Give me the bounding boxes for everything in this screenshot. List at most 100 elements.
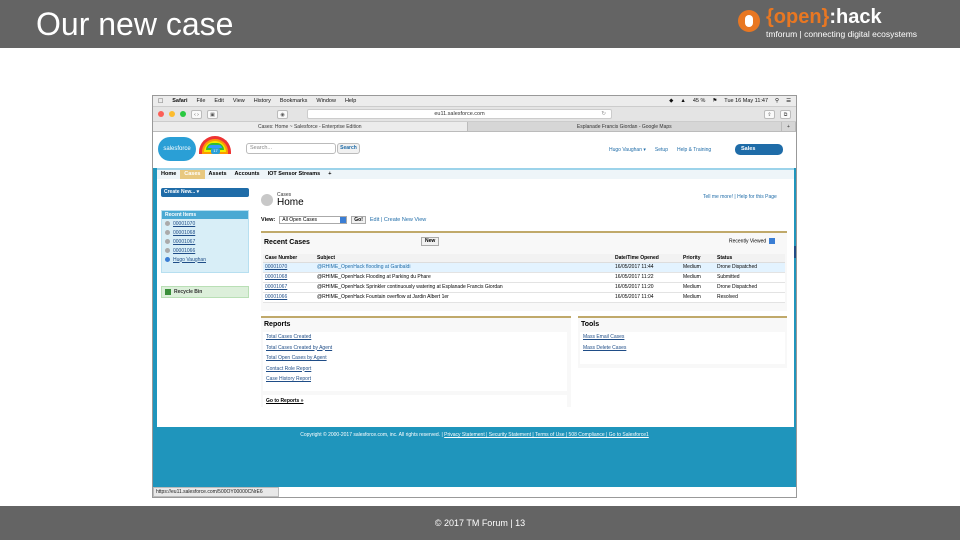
tab-cases-home[interactable]: Cases: Home ~ Salesforce - Enterprise Ed… xyxy=(153,122,468,131)
report-link[interactable]: Total Open Cases by Agent xyxy=(263,353,567,364)
page-title: Home xyxy=(277,197,304,208)
help-training-link[interactable]: Help & Training xyxy=(677,147,711,153)
setup-link[interactable]: Setup xyxy=(655,147,668,153)
table-row: 00001067 @RHIME_OpenHack Sprinkler conti… xyxy=(263,282,785,293)
case-number-link[interactable]: 00001066 xyxy=(263,292,315,303)
recent-items-title: Recent Items xyxy=(162,211,248,219)
slide-title: Our new case xyxy=(36,6,234,42)
tab-google-maps[interactable]: Esplanade Francis Giordan - Google Maps xyxy=(468,122,782,131)
apple-icon[interactable]:  xyxy=(158,98,163,105)
recently-viewed-select[interactable]: Recently Viewed xyxy=(729,238,775,244)
report-link[interactable]: Case History Report xyxy=(263,374,567,385)
copyright-text: Copyright © 2000-2017 salesforce.com, in… xyxy=(300,432,445,438)
tab-home[interactable]: Home xyxy=(157,170,180,179)
menu-window[interactable]: Window xyxy=(316,98,336,104)
create-new-button[interactable]: Create New... ▾ xyxy=(161,188,249,197)
recent-item[interactable]: Hugo Vaughan xyxy=(162,255,248,264)
share-icon[interactable]: ⇧ xyxy=(764,109,775,119)
help-links[interactable]: Tell me more! | Help for this Page xyxy=(703,194,777,200)
minimize-icon[interactable] xyxy=(169,111,175,117)
go-button[interactable]: Go! xyxy=(351,216,366,224)
battery-text[interactable]: 45 % xyxy=(693,98,706,104)
tab-accounts[interactable]: Accounts xyxy=(231,170,264,179)
hand-icon xyxy=(738,10,760,32)
flag-icon[interactable]: ⚑ xyxy=(712,98,717,104)
col-case-number[interactable]: Case Number xyxy=(263,254,315,263)
recent-item[interactable]: 00001068 xyxy=(162,228,248,237)
logo-tagline: tmforum | connecting digital ecosystems xyxy=(766,29,918,39)
mass-email-link[interactable]: Mass Email Cases xyxy=(580,332,785,343)
zoom-icon[interactable] xyxy=(180,111,186,117)
spotlight-icon[interactable]: ⚲ xyxy=(775,98,779,104)
user-menu[interactable]: Hugo Vaughan ▾ xyxy=(609,147,646,153)
logo-open: {open} xyxy=(766,6,830,28)
sidebar-icon[interactable]: ▣ xyxy=(207,109,218,119)
new-case-button[interactable]: New xyxy=(421,237,440,246)
recent-item[interactable]: 00001070 xyxy=(162,219,248,228)
list-icon[interactable]: ☰ xyxy=(786,98,791,104)
recycle-bin-link[interactable]: Recycle Bin xyxy=(161,286,249,298)
menu-help[interactable]: Help xyxy=(345,98,356,104)
app-menu-button[interactable]: Sales xyxy=(735,144,783,155)
new-tab-icon[interactable]: + xyxy=(782,122,796,131)
col-priority[interactable]: Priority xyxy=(681,254,715,263)
case-number-link[interactable]: 00001070 xyxy=(263,262,315,273)
browser-screenshot:  Safari File Edit View History Bookmark… xyxy=(152,95,797,498)
tab-cases[interactable]: Cases xyxy=(180,170,205,179)
release-badge: 17 xyxy=(211,148,220,154)
case-subject: @RHIME_OpenHack Fountain overflow at Jar… xyxy=(315,292,613,303)
reports-title: Reports xyxy=(264,321,291,328)
col-subject[interactable]: Subject xyxy=(315,254,613,263)
search-input[interactable]: Search... xyxy=(246,143,336,154)
back-icon[interactable]: ‹ › xyxy=(191,109,202,119)
url-text: eu11.salesforce.com xyxy=(434,111,485,117)
tools-panel: Tools Mass Email Cases Mass Delete Cases xyxy=(578,316,787,368)
case-priority: Medium xyxy=(681,282,715,293)
logo-hack: :hack xyxy=(829,6,882,28)
dropbox-icon[interactable]: ◆ xyxy=(669,98,673,104)
tools-title: Tools xyxy=(581,321,600,328)
menu-safari[interactable]: Safari xyxy=(172,98,187,104)
report-link[interactable]: Total Cases Created xyxy=(263,332,567,343)
report-link[interactable]: Contact Role Report xyxy=(263,364,567,375)
col-status[interactable]: Status xyxy=(715,254,785,263)
salesforce-logo[interactable]: salesforce xyxy=(158,137,196,161)
report-link[interactable]: Total Cases Created by Agent xyxy=(263,343,567,354)
salesforce-page: salesforce 17 Search... Search Hugo Vaug… xyxy=(153,134,796,487)
menu-file[interactable]: File xyxy=(197,98,206,104)
tab-iot-sensor-streams[interactable]: IOT Sensor Streams xyxy=(264,170,325,179)
address-bar[interactable]: eu11.salesforce.com ↻ xyxy=(307,109,612,119)
menu-bookmarks[interactable]: Bookmarks xyxy=(280,98,308,104)
clock[interactable]: Tue 16 May 11:47 xyxy=(724,98,768,104)
shield-icon[interactable]: ◉ xyxy=(277,109,288,119)
reload-icon[interactable]: ↻ xyxy=(601,110,606,119)
reports-panel: Reports Total Cases Created Total Cases … xyxy=(261,316,571,407)
case-number-link[interactable]: 00001067 xyxy=(263,282,315,293)
status-bar-url: https://eu11.salesforce.com/500OY00000CN… xyxy=(153,487,279,497)
mass-delete-link[interactable]: Mass Delete Cases xyxy=(580,343,785,354)
tab-add[interactable]: + xyxy=(324,170,335,179)
menu-edit[interactable]: Edit xyxy=(214,98,223,104)
case-number-link[interactable]: 00001068 xyxy=(263,272,315,283)
wifi-icon[interactable]: ▲ xyxy=(680,98,685,104)
col-date-opened[interactable]: Date/Time Opened xyxy=(613,254,681,263)
close-icon[interactable] xyxy=(158,111,164,117)
case-priority: Medium xyxy=(681,292,715,303)
case-subject: @RHIME_OpenHack Sprinkler continuously w… xyxy=(315,282,613,293)
tab-assets[interactable]: Assets xyxy=(205,170,231,179)
case-icon xyxy=(165,248,170,253)
edit-create-view-link[interactable]: Edit | Create New View xyxy=(370,217,426,223)
case-priority: Medium xyxy=(681,262,715,273)
go-to-reports-link[interactable]: Go to Reports » xyxy=(263,395,567,407)
menu-view[interactable]: View xyxy=(233,98,245,104)
menu-history[interactable]: History xyxy=(254,98,271,104)
search-button[interactable]: Search xyxy=(337,143,360,154)
recent-item[interactable]: 00001067 xyxy=(162,237,248,246)
tab-bar: Cases: Home ~ Salesforce - Enterprise Ed… xyxy=(153,122,796,132)
tabs-icon[interactable]: ⧉ xyxy=(780,109,791,119)
recent-items-panel: Recent Items 00001070 00001068 00001067 … xyxy=(161,210,249,273)
recent-item[interactable]: 00001066 xyxy=(162,246,248,255)
view-select[interactable]: All Open Cases xyxy=(279,216,348,224)
footer-links[interactable]: Privacy Statement | Security Statement |… xyxy=(444,432,649,438)
case-subject: @RHIME_OpenHack flooding at Garibaldi xyxy=(315,262,613,273)
